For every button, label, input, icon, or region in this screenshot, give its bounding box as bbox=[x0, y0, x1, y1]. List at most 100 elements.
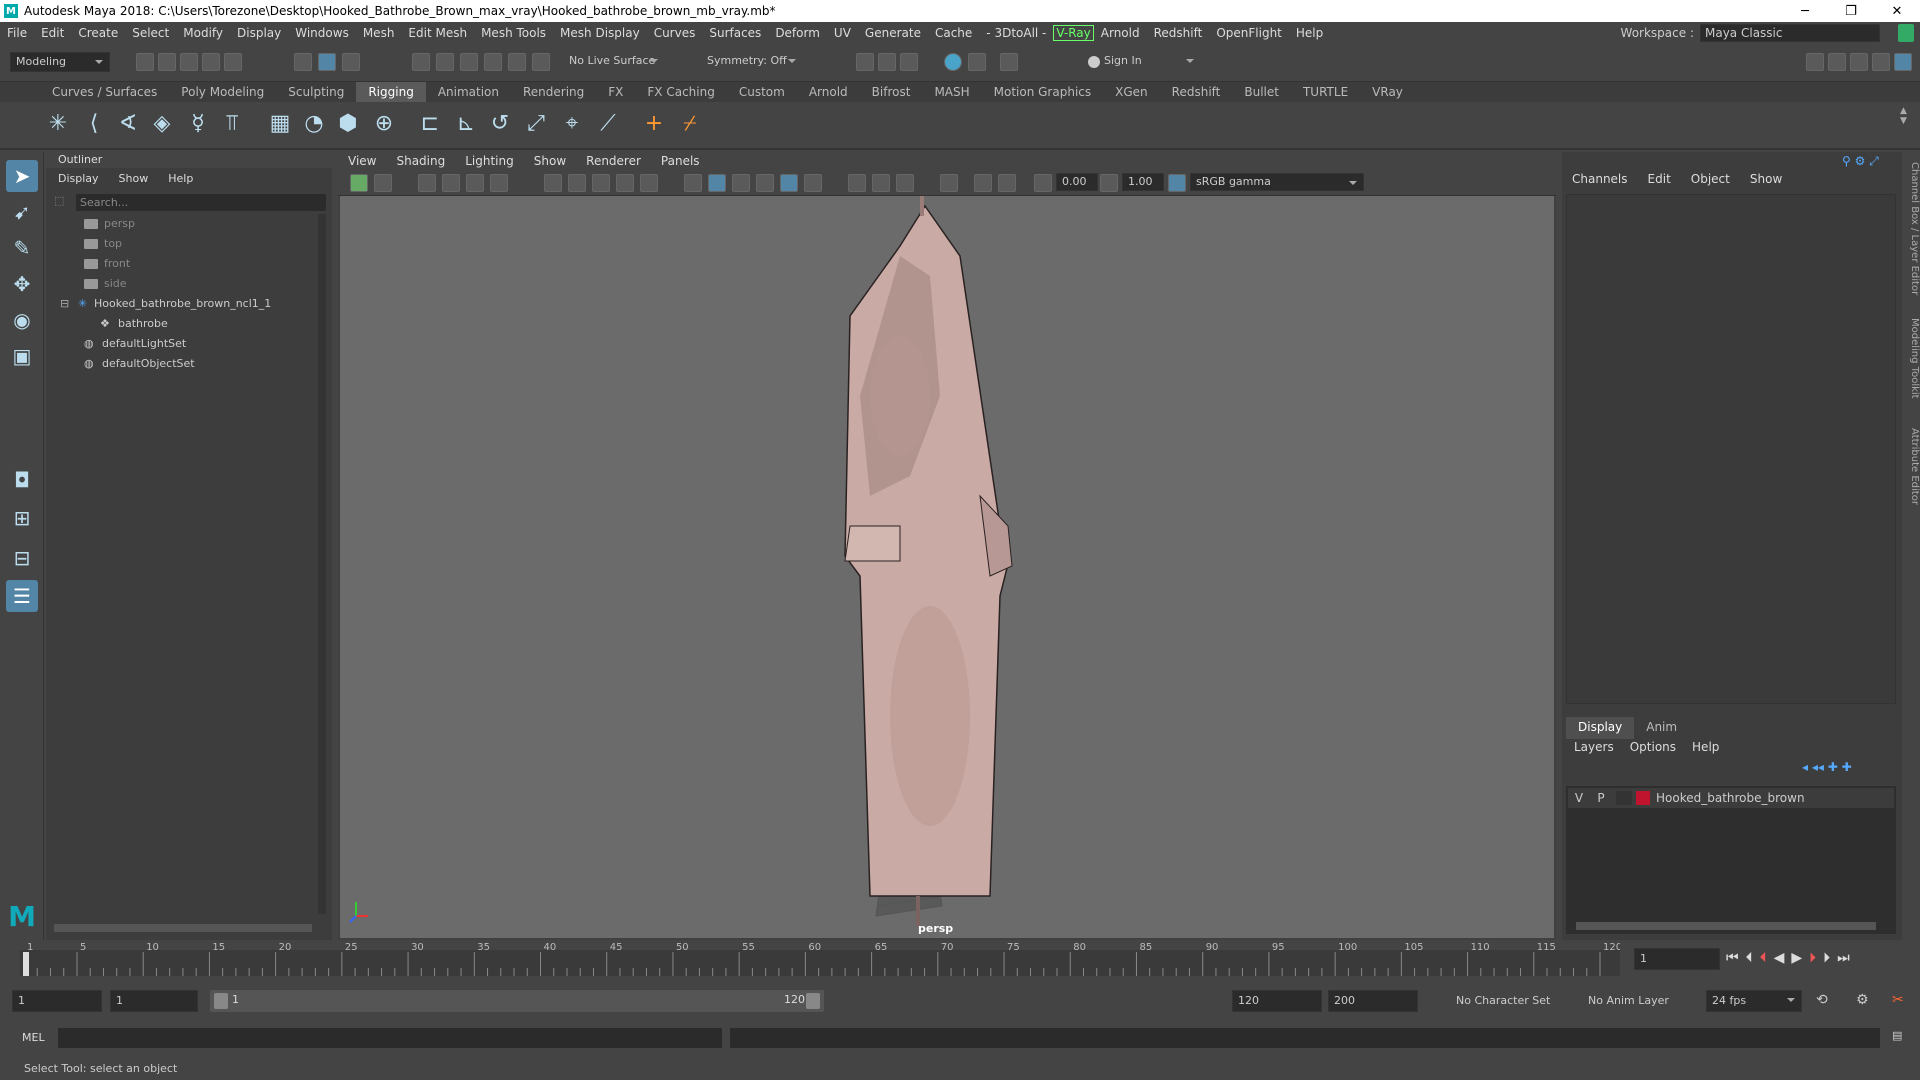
channels-menu-channels[interactable]: Channels bbox=[1572, 172, 1628, 192]
time-slider[interactable]: 1 5 10 15 20 25 30 35 40 45 50 55 60 65 70 75 80 85 90 95 10… bbox=[0, 942, 1920, 978]
filter-icon[interactable]: ⬚ bbox=[54, 194, 70, 210]
image-plane-icon[interactable] bbox=[442, 174, 460, 192]
menu-3dtoall[interactable]: - 3DtoAll - bbox=[979, 26, 1053, 40]
menu-surfaces[interactable]: Surfaces bbox=[702, 26, 768, 40]
menu-windows[interactable]: Windows bbox=[288, 26, 356, 40]
render-view-icon[interactable] bbox=[856, 53, 874, 71]
skeleton-icon[interactable]: ⫪ bbox=[218, 110, 246, 138]
camera-select-icon[interactable] bbox=[350, 174, 368, 192]
redo-icon[interactable] bbox=[224, 53, 242, 71]
blendshape-icon[interactable]: ⊕ bbox=[370, 110, 398, 138]
pause-icon[interactable] bbox=[1000, 53, 1018, 71]
shelf-tab-xgen[interactable]: XGen bbox=[1103, 82, 1160, 102]
viewport-menu-show[interactable]: Show bbox=[534, 154, 566, 168]
xray-joints-icon[interactable] bbox=[998, 174, 1016, 192]
grease-pencil-icon[interactable] bbox=[490, 174, 508, 192]
channel-box-icon[interactable] bbox=[1894, 53, 1912, 71]
paint-select-icon[interactable]: ✎ bbox=[6, 232, 38, 264]
layer-menu-layers[interactable]: Layers bbox=[1574, 740, 1614, 754]
scene-start-field[interactable]: 1 bbox=[12, 990, 102, 1012]
shelf-tab-fx-caching[interactable]: FX Caching bbox=[635, 82, 726, 102]
menu-generate[interactable]: Generate bbox=[858, 26, 928, 40]
shelf-tab-sculpting[interactable]: Sculpting bbox=[276, 82, 356, 102]
xray-icon[interactable] bbox=[974, 174, 992, 192]
outliner-vertical-scrollbar[interactable] bbox=[318, 214, 326, 914]
auto-key-icon[interactable]: ⚙ bbox=[1856, 992, 1869, 1008]
layer-tab-anim[interactable]: Anim bbox=[1634, 717, 1689, 739]
outliner-item-bathrobe[interactable]: ❖ bathrobe bbox=[46, 314, 316, 334]
play-back-icon[interactable]: ◀ bbox=[1774, 950, 1792, 966]
shelf-tab-curves-surfaces[interactable]: Curves / Surfaces bbox=[40, 82, 169, 102]
motion-blur-icon[interactable] bbox=[872, 174, 890, 192]
go-to-end-icon[interactable]: ⏭ bbox=[1837, 950, 1857, 966]
snap-vertex-icon[interactable] bbox=[532, 53, 550, 71]
orient-constraint-icon[interactable]: ↺ bbox=[486, 110, 514, 138]
outliner-search-input[interactable]: Search... bbox=[76, 194, 326, 211]
preferences-icon[interactable]: ✂ bbox=[1892, 992, 1904, 1008]
channels-menu-object[interactable]: Object bbox=[1691, 172, 1730, 192]
outliner-item-side[interactable]: side bbox=[46, 274, 316, 294]
channel-box-header-icons[interactable]: ⚲ ⚙ ⤢ bbox=[1842, 154, 1902, 170]
menu-curves[interactable]: Curves bbox=[647, 26, 703, 40]
collapse-icon[interactable]: ⊟ bbox=[60, 294, 78, 314]
save-scene-icon[interactable] bbox=[180, 53, 198, 71]
shelf-scroll-icon[interactable]: ▲ ▼ bbox=[1900, 106, 1910, 146]
menu-deform[interactable]: Deform bbox=[768, 26, 827, 40]
layer-row[interactable]: V P Hooked_bathrobe_brown bbox=[1568, 788, 1894, 808]
joint-orient-icon[interactable]: ⌿ bbox=[676, 110, 704, 138]
channels-menu-show[interactable]: Show bbox=[1750, 172, 1782, 192]
range-end-handle[interactable] bbox=[806, 993, 820, 1009]
viewport-menu-view[interactable]: View bbox=[348, 154, 376, 168]
shelf-tab-custom[interactable]: Custom bbox=[727, 82, 797, 102]
layer-menu-help[interactable]: Help bbox=[1692, 740, 1719, 754]
shelf-tab-turtle[interactable]: TURTLE bbox=[1291, 82, 1360, 102]
mel-label[interactable]: MEL bbox=[22, 1031, 45, 1044]
select-hierarchy-icon[interactable] bbox=[294, 53, 312, 71]
film-gate-icon[interactable] bbox=[568, 174, 586, 192]
hypershade-icon[interactable] bbox=[944, 53, 962, 71]
gate-mask-icon[interactable] bbox=[616, 174, 634, 192]
shelf-tab-poly-modeling[interactable]: Poly Modeling bbox=[169, 82, 276, 102]
layer-color-swatch[interactable] bbox=[1636, 791, 1650, 805]
menu-mesh-display[interactable]: Mesh Display bbox=[553, 26, 647, 40]
render-frame-icon[interactable] bbox=[878, 53, 896, 71]
ipr-render-icon[interactable] bbox=[900, 53, 918, 71]
humanik-icon[interactable]: ☿ bbox=[184, 110, 212, 138]
outliner-item-default-light-set[interactable]: ◍ defaultLightSet bbox=[46, 334, 316, 354]
close-window-button[interactable]: ✕ bbox=[1874, 4, 1920, 19]
script-editor-icon[interactable]: ▤ bbox=[1892, 1029, 1910, 1047]
grid-toggle-icon[interactable] bbox=[544, 174, 562, 192]
viewport-menu-panels[interactable]: Panels bbox=[661, 154, 700, 168]
menu-uv[interactable]: UV bbox=[827, 26, 858, 40]
menu-vray[interactable]: V-Ray bbox=[1053, 25, 1094, 41]
lasso-tool-icon[interactable]: ➹ bbox=[6, 196, 38, 228]
outliner-menu-help[interactable]: Help bbox=[168, 172, 193, 185]
shadows-icon[interactable] bbox=[804, 174, 822, 192]
time-slider-track[interactable] bbox=[20, 950, 1620, 976]
layer-visibility-toggle[interactable]: V bbox=[1568, 791, 1590, 805]
select-object-icon[interactable] bbox=[318, 53, 336, 71]
exposure-field[interactable]: 0.00 bbox=[1056, 173, 1098, 191]
layer-scrollbar[interactable] bbox=[1576, 922, 1876, 930]
menu-mesh-tools[interactable]: Mesh Tools bbox=[474, 26, 553, 40]
anim-layer-dropdown[interactable]: No Anim Layer bbox=[1588, 994, 1669, 1007]
outliner-horizontal-scrollbar[interactable] bbox=[54, 924, 312, 932]
step-back-icon[interactable]: ⏴ bbox=[1746, 950, 1760, 966]
2d-pan-zoom-icon[interactable] bbox=[466, 174, 484, 192]
layer-type-toggle[interactable] bbox=[1616, 791, 1632, 805]
snap-curve-icon[interactable] bbox=[436, 53, 454, 71]
resolution-gate-icon[interactable] bbox=[592, 174, 610, 192]
bind-skin-icon[interactable]: ◈ bbox=[148, 110, 176, 138]
outliner-item-default-object-set[interactable]: ◍ defaultObjectSet bbox=[46, 354, 316, 374]
point-constraint-icon[interactable]: ⊾ bbox=[452, 110, 480, 138]
step-back-key-icon[interactable]: ⏴ bbox=[1760, 950, 1774, 966]
time-slider-ticks[interactable]: 1 5 10 15 20 25 30 35 40 45 50 55 60 65 70 75 80 85 90 95 10… bbox=[20, 942, 1620, 978]
menu-cache[interactable]: Cache bbox=[928, 26, 979, 40]
outliner-menu-display[interactable]: Display bbox=[58, 172, 99, 185]
menu-file[interactable]: File bbox=[0, 26, 34, 40]
menu-mesh[interactable]: Mesh bbox=[356, 26, 402, 40]
character-controls-icon[interactable] bbox=[1828, 53, 1846, 71]
lattice-icon[interactable]: ▦ bbox=[266, 110, 294, 138]
rotate-tool-icon[interactable]: ◉ bbox=[6, 304, 38, 336]
menu-create[interactable]: Create bbox=[71, 26, 125, 40]
